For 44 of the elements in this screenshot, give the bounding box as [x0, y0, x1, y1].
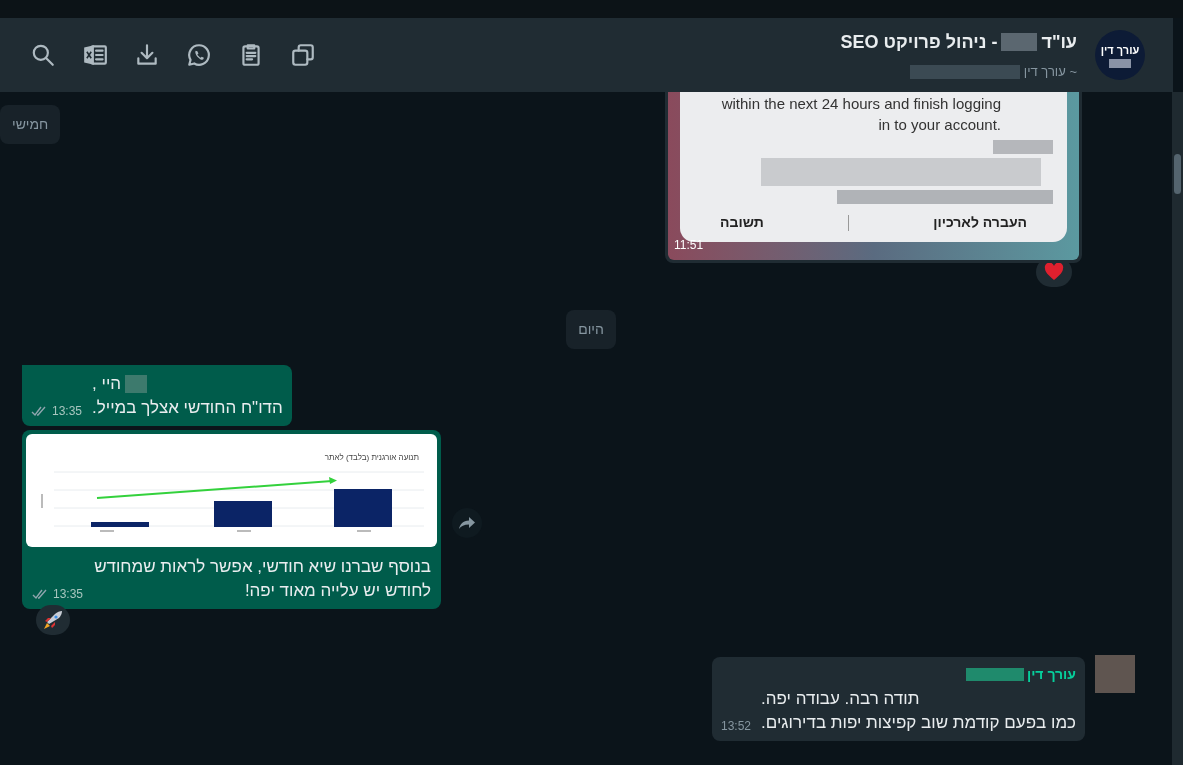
- chat-title-suffix: - ניהול פרויקט SEO: [840, 30, 998, 54]
- chart-bar: [334, 489, 392, 527]
- forward-button[interactable]: [452, 507, 482, 538]
- chart-title: תנועה אורגנית (בלבד) לאתר: [324, 452, 419, 464]
- spreadsheet-icon[interactable]: [82, 42, 108, 68]
- redacted-block: [965, 668, 1024, 681]
- chat-subtitle: ~ עורך דין: [1023, 62, 1077, 81]
- message-text: בנוסף שברנו שיא חודשי, אפשר לראות שמחודש: [94, 556, 431, 578]
- message-text: כמו בפעם קודמת שוב קפיצות יפות בדירוגים.: [761, 712, 1076, 734]
- forward-icon: [458, 515, 476, 530]
- message-text: היי ,: [92, 373, 122, 395]
- chart-bar: [214, 501, 272, 527]
- email-action-button[interactable]: העברה לארכיון: [933, 212, 1027, 233]
- email-text: within the next 24 hours and finish logging: [721, 94, 1001, 114]
- date-chip: חמישי: [0, 105, 61, 144]
- sender-name: עורך דין: [1026, 665, 1076, 684]
- email-action-button[interactable]: תשובה: [720, 212, 764, 233]
- group-avatar[interactable]: עורך דין: [1095, 30, 1145, 80]
- redacted-block: [1001, 33, 1038, 52]
- download-icon[interactable]: [134, 42, 160, 68]
- blurred-axis-label: [41, 494, 43, 508]
- scrollbar-thumb[interactable]: [1174, 154, 1181, 194]
- search-icon[interactable]: [30, 42, 56, 68]
- blurred-axis-label: [357, 530, 371, 532]
- redacted-block: [125, 375, 148, 393]
- message-text: הדו"ח החודשי אצלך במייל.: [92, 397, 283, 419]
- message-time: 13:35: [52, 403, 83, 420]
- chat-phone-icon[interactable]: [186, 42, 212, 68]
- blurred-axis-label: [237, 530, 251, 532]
- chat-title: עו"ד: [1041, 30, 1077, 54]
- avatar-text: עורך דין: [1100, 43, 1140, 59]
- message-time: 11:51: [674, 237, 704, 254]
- message-time: 13:35: [53, 586, 84, 603]
- redacted-block: [993, 140, 1053, 154]
- redacted-avatar: [1095, 655, 1135, 693]
- message-time: 13:52: [721, 718, 752, 735]
- email-text: in to your account.: [878, 115, 1001, 135]
- message-text: תודה רבה. עבודה יפה.: [761, 688, 920, 710]
- message-text: לחודש יש עלייה מאוד יפה!: [244, 580, 431, 602]
- blurred-axis-label: [100, 530, 114, 532]
- redacted-block: [1109, 58, 1131, 68]
- windows-icon[interactable]: [290, 42, 316, 68]
- date-chip: היום: [566, 310, 616, 349]
- chart-bar: [91, 522, 149, 527]
